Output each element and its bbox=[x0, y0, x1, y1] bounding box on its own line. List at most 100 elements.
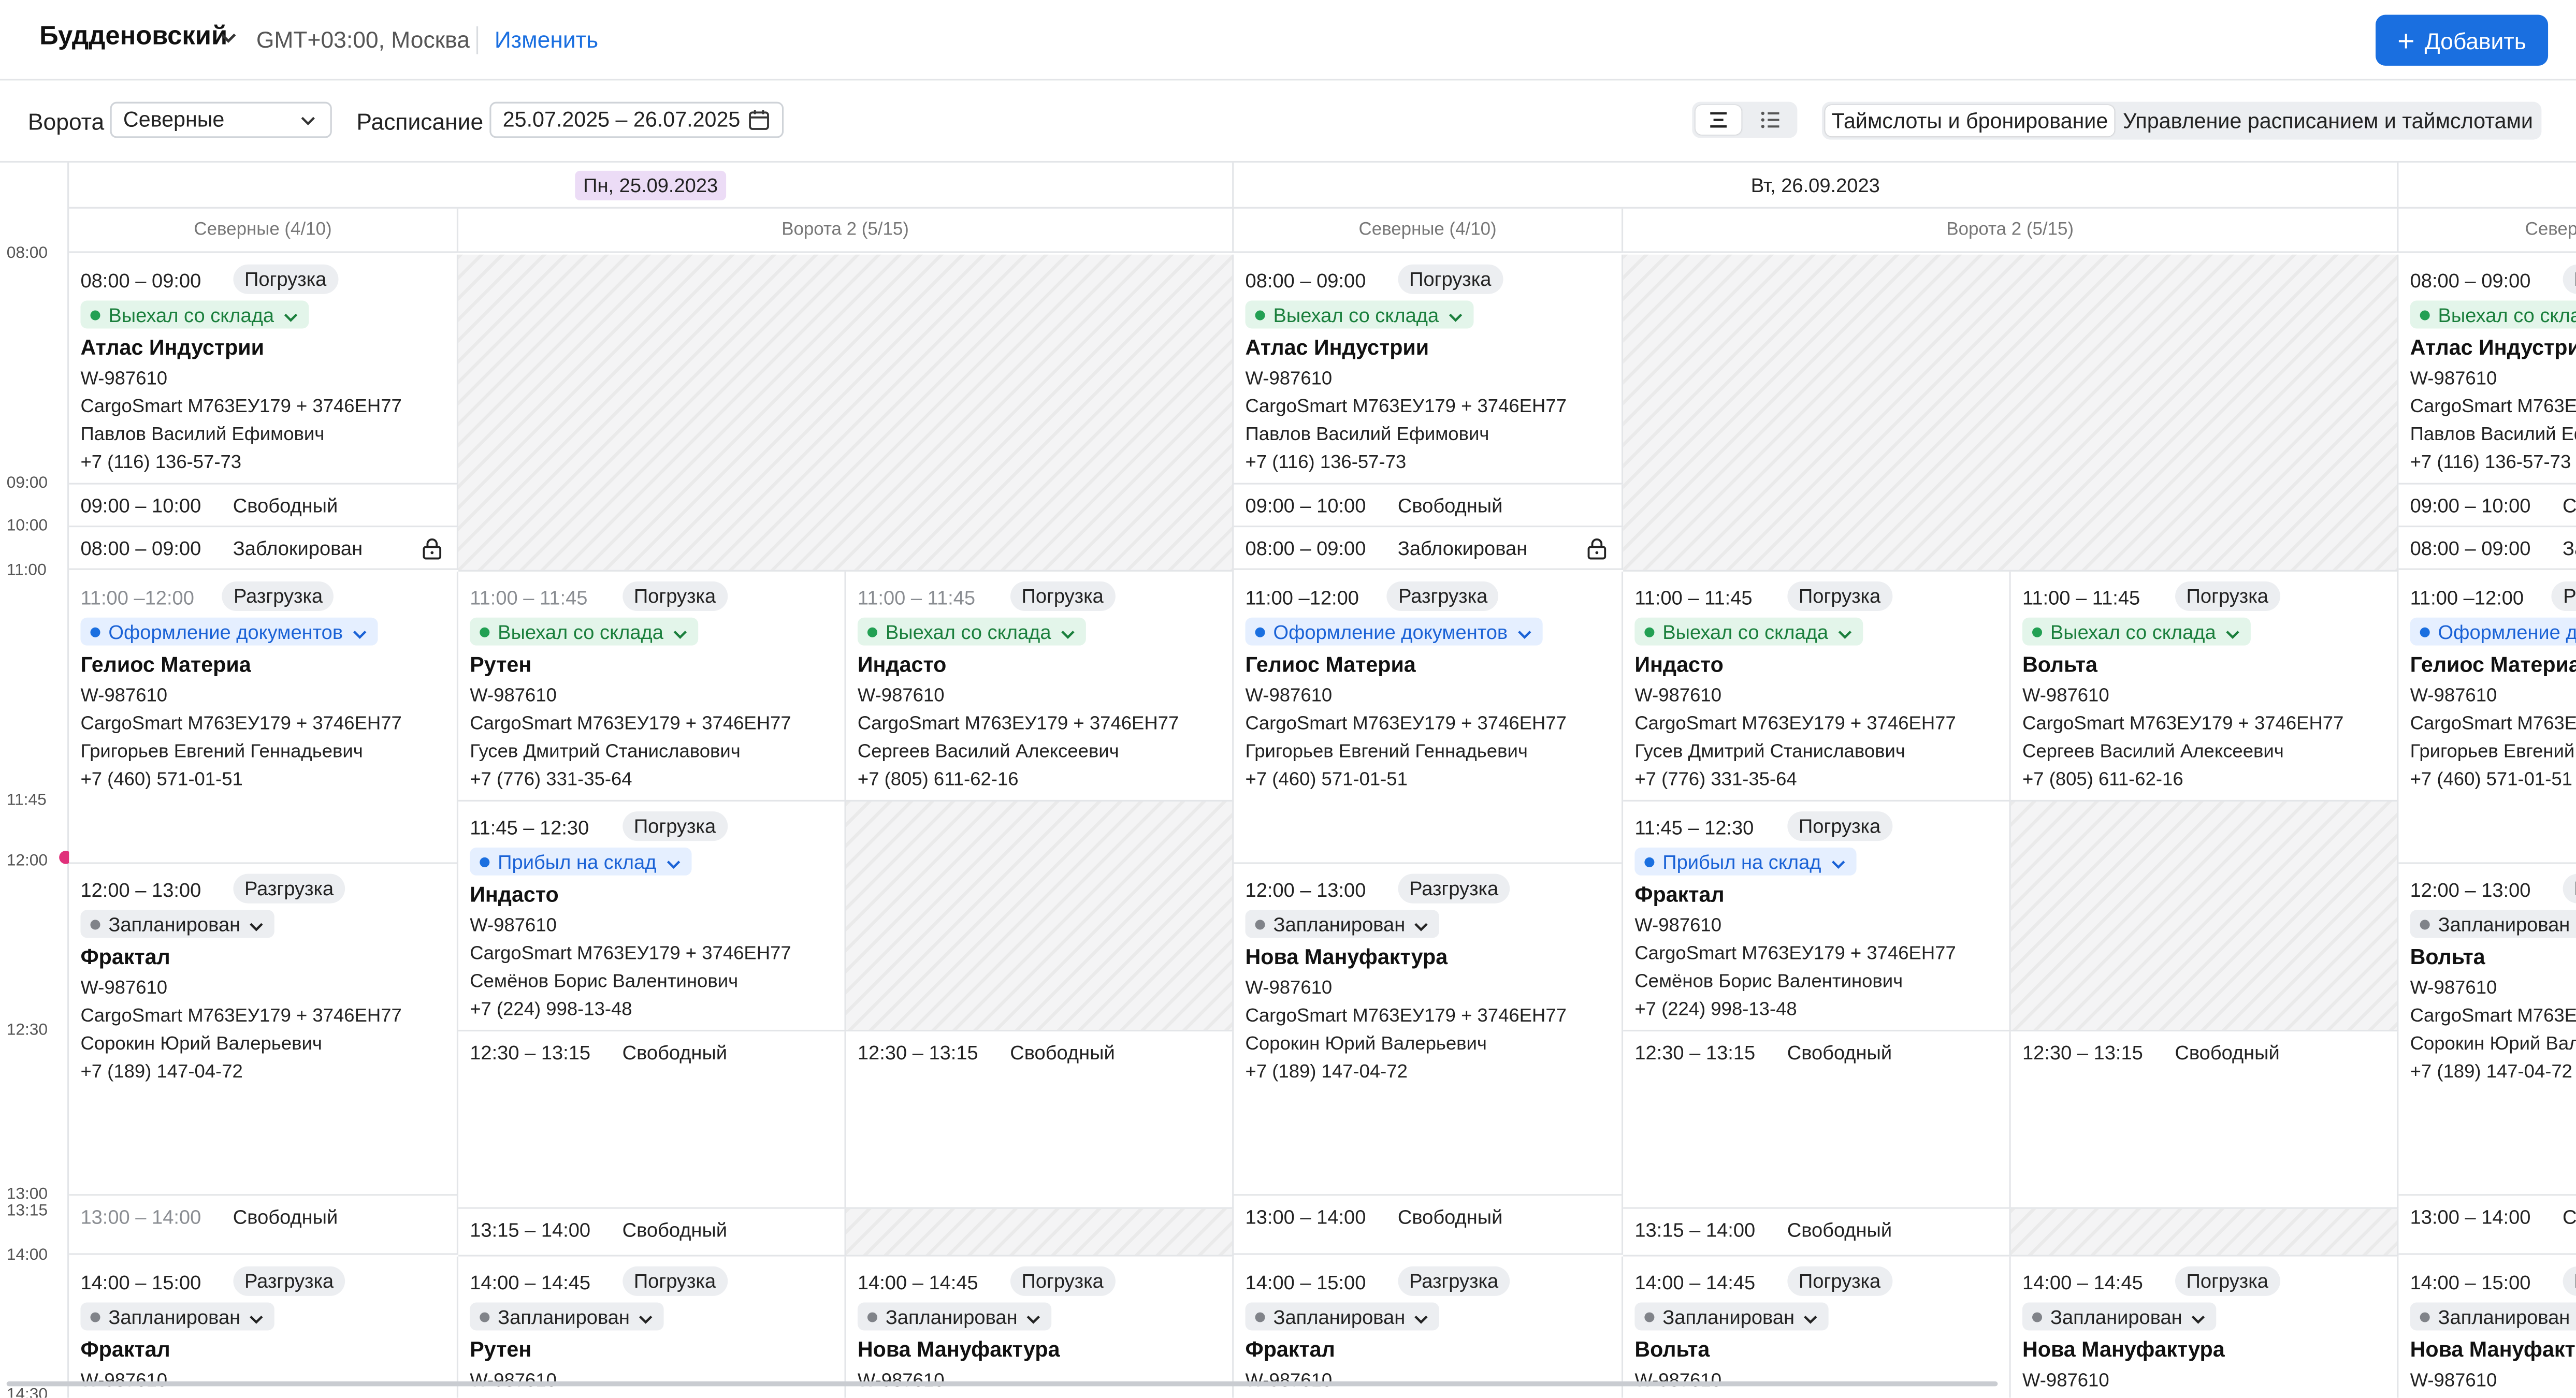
list-view-button[interactable] bbox=[1748, 105, 1794, 135]
blocked-slot[interactable]: 08:00 – 09:00 Заблокирован bbox=[69, 527, 459, 570]
company-name: Рутен bbox=[470, 652, 532, 677]
booking-card[interactable]: 11:00 – 11:45 Погрузка Выехал со склада Рут… bbox=[458, 571, 846, 802]
booking-card[interactable]: 11:00 – 11:45 Погрузка Выехал со склада Инд… bbox=[846, 571, 1234, 802]
booking-card[interactable]: 14:00 – 15:00 Разгрузка Запланирован Фракта… bbox=[69, 1256, 459, 1398]
status-dot bbox=[90, 627, 100, 637]
booking-card[interactable]: 11:00 –12:00 Разгрузка Оформление документ… bbox=[1234, 571, 1624, 864]
order-number: W-987610 bbox=[1245, 369, 1333, 389]
status-dropdown[interactable]: Выехал со склада bbox=[470, 617, 698, 646]
booking-card[interactable]: 11:00 –12:00 Разгрузка Оформление документ… bbox=[2398, 571, 2576, 864]
status-dropdown[interactable]: Запланирован bbox=[2410, 910, 2576, 938]
company-name: Гелиос Материа bbox=[80, 652, 251, 677]
status-dropdown[interactable]: Выехал со склада bbox=[2410, 300, 2576, 329]
status-dropdown[interactable]: Выехал со склада bbox=[2022, 617, 2251, 646]
status-dropdown[interactable]: Выехал со склада bbox=[857, 617, 1086, 646]
booking-card[interactable]: 11:45 – 12:30 Погрузка Прибыл на склад Фрак… bbox=[1623, 802, 2011, 1032]
status-dropdown[interactable]: Запланирован bbox=[80, 910, 275, 938]
chevron-down-icon bbox=[1025, 1308, 1042, 1325]
status-dropdown[interactable]: Прибыл на склад bbox=[470, 847, 691, 876]
status-dropdown[interactable]: Запланирован bbox=[1634, 1302, 1829, 1331]
booking-card[interactable]: 08:00 – 09:00 Погрузка Выехал со склада Атл… bbox=[2398, 254, 2576, 485]
chevron-down-icon bbox=[1829, 853, 1846, 870]
tab-timeslots-booking[interactable]: Таймслоты и бронирование bbox=[1825, 105, 2115, 137]
status-dot bbox=[480, 627, 490, 637]
booking-card[interactable]: 08:00 – 09:00 Погрузка Выехал со склада Атл… bbox=[69, 254, 459, 485]
add-button[interactable]: + Добавить bbox=[2376, 14, 2549, 66]
slot-state: Свободный bbox=[1397, 1205, 1503, 1229]
booking-card[interactable]: 11:00 – 11:45 Погрузка Выехал со склада Вол… bbox=[2010, 571, 2399, 802]
free-slot[interactable]: 13:00 – 14:00 Свободный bbox=[2398, 1196, 2576, 1255]
booking-card[interactable]: 12:00 – 13:00 Разгрузка Запланирован Вольта… bbox=[2398, 864, 2576, 1196]
status-dot bbox=[90, 309, 100, 319]
booking-card[interactable]: 08:00 – 09:00 Погрузка Выехал со склада Атл… bbox=[1234, 254, 1624, 485]
order-number: W-987610 bbox=[2410, 979, 2497, 999]
tab-schedule-management[interactable]: Управление расписанием и таймслотами bbox=[2118, 105, 2538, 136]
booking-card[interactable]: 14:00 – 14:45 Погрузка Запланирован Нова Ма… bbox=[846, 1256, 1234, 1398]
gate-label: Ворота bbox=[27, 108, 105, 135]
free-slot[interactable]: 13:15 – 14:00 Свободный bbox=[1623, 1208, 2011, 1257]
status-dropdown[interactable]: Запланирован bbox=[857, 1302, 1052, 1331]
driver-name: Григорьев Евгений Геннадьевич bbox=[80, 742, 363, 762]
unavailable-area bbox=[2010, 1208, 2399, 1257]
booking-card[interactable]: 12:00 – 13:00 Разгрузка Запланирован Фракта… bbox=[69, 864, 459, 1196]
horizontal-scrollbar[interactable] bbox=[6, 1381, 1998, 1387]
slot-type-badge: Погрузка bbox=[1787, 1266, 1892, 1296]
status-dropdown[interactable]: Оформление документов bbox=[2410, 617, 2576, 646]
driver-name: Семёнов Борис Валентинович bbox=[1634, 972, 1903, 993]
booking-card[interactable]: 11:00 – 11:45 Погрузка Выехал со склада Инд… bbox=[1623, 571, 2011, 802]
schedule-date-range-input[interactable]: 25.07.2025 – 26.07.2025 bbox=[489, 101, 784, 138]
status-dropdown[interactable]: Запланирован bbox=[2022, 1302, 2217, 1331]
chevron-down-icon bbox=[2191, 1308, 2207, 1325]
order-number: W-987610 bbox=[470, 686, 557, 707]
vehicle-info: CargoSmart М763ЕУ179 + 3746ЕН77 bbox=[2410, 714, 2576, 734]
chevron-down-icon bbox=[249, 1308, 265, 1325]
status-dropdown[interactable]: Выехал со склада bbox=[1634, 617, 1863, 646]
booking-card[interactable]: 14:00 – 14:45ПогрузкаЗапланированВольтаW… bbox=[1623, 1256, 2011, 1398]
booking-card[interactable]: 11:00 –12:00 Разгрузка Оформление документ… bbox=[69, 571, 459, 864]
status-dropdown[interactable]: Выехал со склада bbox=[1245, 300, 1473, 329]
vehicle-info: CargoSmart М763ЕУ179 + 3746ЕН77 bbox=[470, 944, 791, 965]
slot-type-badge: Погрузка bbox=[1787, 811, 1892, 841]
driver-phone: +7 (116) 136-57-73 bbox=[1245, 453, 1407, 473]
booking-card[interactable]: 14:00 – 15:00 Разгрузка Запланирован Нова М… bbox=[2398, 1256, 2576, 1398]
status-label: Оформление документов bbox=[108, 620, 343, 643]
chevron-down-icon bbox=[638, 1308, 655, 1325]
free-slot[interactable]: 13:15 – 14:00 Свободный bbox=[458, 1208, 846, 1257]
order-number: W-987610 bbox=[1245, 979, 1333, 999]
free-slot[interactable]: 12:30 – 13:15 Свободный bbox=[1623, 1031, 2011, 1209]
change-timezone-link[interactable]: Изменить bbox=[495, 26, 598, 53]
slot-time: 12:00 – 13:00 bbox=[80, 879, 201, 902]
status-dropdown[interactable]: Запланирован bbox=[1245, 910, 1440, 938]
free-slot[interactable]: 13:00 – 14:00 Свободный bbox=[69, 1196, 459, 1255]
booking-card[interactable]: 14:00 – 14:45ПогрузкаЗапланированРутенW-… bbox=[458, 1256, 846, 1398]
booking-card[interactable]: 14:00 – 15:00 Разгрузка Запланирован Фракта… bbox=[1234, 1256, 1624, 1398]
free-slot[interactable]: 09:00 – 10:00 Свободный bbox=[69, 484, 459, 528]
align-view-button[interactable] bbox=[1695, 105, 1742, 135]
booking-card[interactable]: 11:45 – 12:30 Погрузка Прибыл на склад Инда… bbox=[458, 802, 846, 1032]
status-dropdown[interactable]: Запланирован bbox=[470, 1302, 664, 1331]
blocked-slot[interactable]: 08:00 – 09:00 Заблокирован bbox=[2398, 527, 2576, 570]
status-dropdown[interactable]: Запланирован bbox=[2410, 1302, 2576, 1331]
status-dropdown[interactable]: Запланирован bbox=[1245, 1302, 1440, 1331]
status-dropdown[interactable]: Запланирован bbox=[80, 1302, 275, 1331]
status-dot bbox=[1255, 309, 1265, 319]
gate-select[interactable]: Северные bbox=[110, 101, 332, 138]
status-dropdown[interactable]: Прибыл на склад bbox=[1634, 847, 1856, 876]
blocked-slot[interactable]: 08:00 – 09:00 Заблокирован bbox=[1234, 527, 1624, 570]
free-slot[interactable]: 12:30 – 13:15 Свободный bbox=[846, 1031, 1234, 1209]
free-slot[interactable]: 12:30 – 13:15 Свободный bbox=[458, 1031, 846, 1209]
status-dot bbox=[2420, 1312, 2430, 1322]
status-dropdown[interactable]: Оформление документов bbox=[1245, 617, 1542, 646]
booking-card[interactable]: 12:00 – 13:00 Разгрузка Запланирован Нова М… bbox=[1234, 864, 1624, 1196]
status-dropdown[interactable]: Выехал со склада bbox=[80, 300, 309, 329]
status-dot bbox=[2420, 309, 2430, 319]
warehouse-selector[interactable]: Будденовский bbox=[39, 23, 227, 52]
status-dropdown[interactable]: Оформление документов bbox=[80, 617, 378, 646]
free-slot[interactable]: 09:00 – 10:00 Свободный bbox=[2398, 484, 2576, 528]
free-slot[interactable]: 09:00 – 10:00 Свободный bbox=[1234, 484, 1624, 528]
status-label: Оформление документов bbox=[2438, 620, 2576, 643]
free-slot[interactable]: 13:00 – 14:00 Свободный bbox=[1234, 1196, 1624, 1255]
free-slot[interactable]: 12:30 – 13:15 Свободный bbox=[2010, 1031, 2399, 1209]
chevron-down-icon[interactable] bbox=[219, 28, 238, 48]
booking-card[interactable]: 14:00 – 14:45 Погрузка Запланирован Нова Ма… bbox=[2010, 1256, 2399, 1398]
